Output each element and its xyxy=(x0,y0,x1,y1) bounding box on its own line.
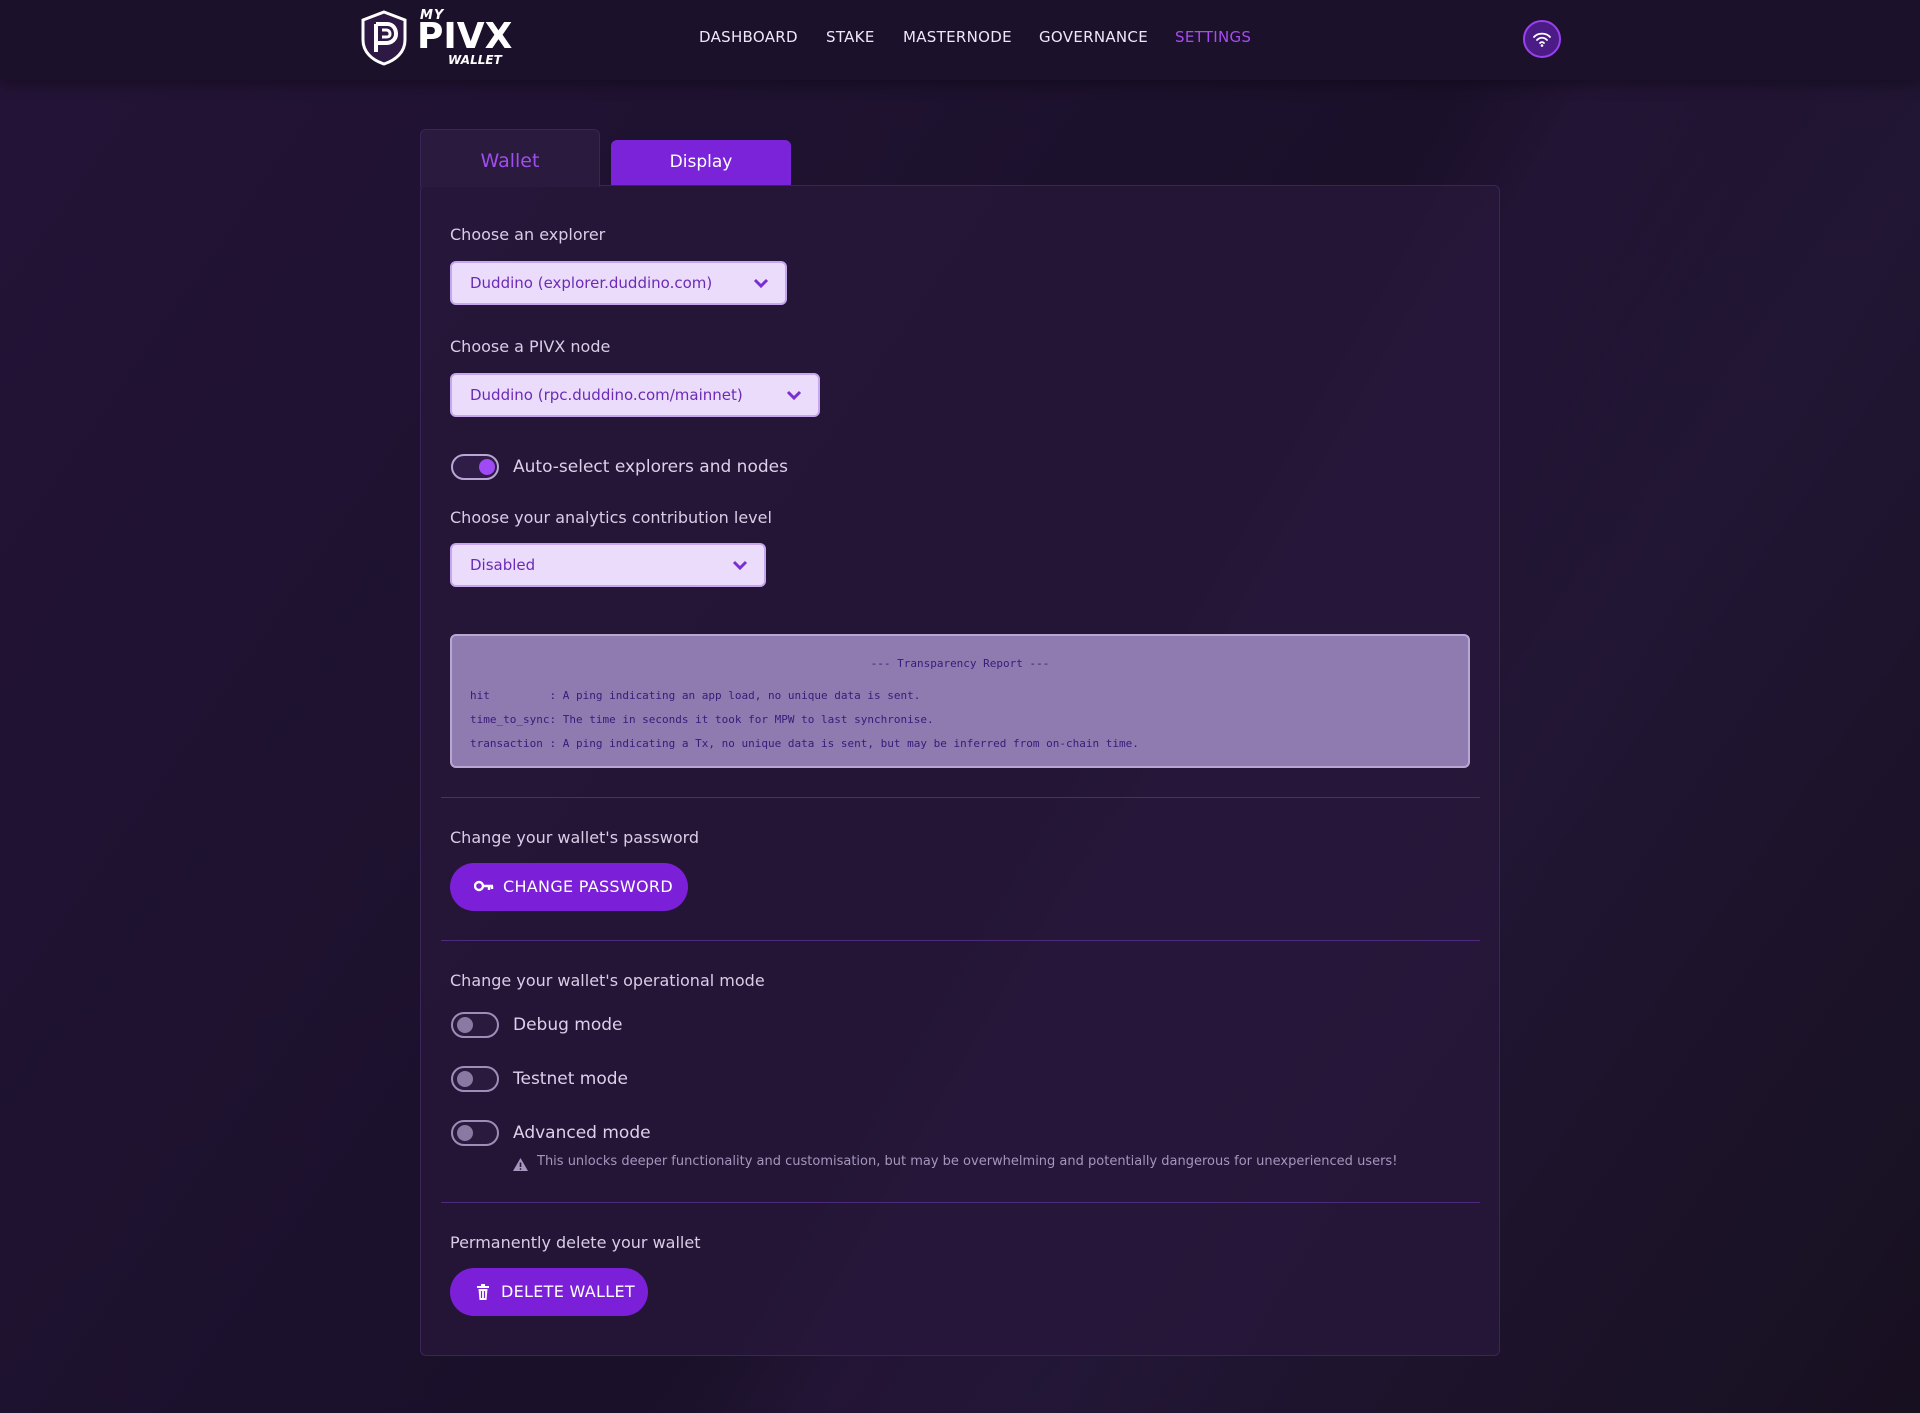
section-divider xyxy=(441,940,1480,941)
testnet-mode-label: Testnet mode xyxy=(513,1069,628,1089)
network-status-button[interactable] xyxy=(1523,20,1561,58)
auto-select-label: Auto-select explorers and nodes xyxy=(513,457,788,477)
testnet-mode-toggle[interactable] xyxy=(451,1066,499,1092)
nav-masternode[interactable]: MASTERNODE xyxy=(903,28,1012,46)
node-label: Choose a PIVX node xyxy=(450,337,611,356)
top-navigation-bar: MY PIVX WALLET DASHBOARD STAKE MASTERNOD… xyxy=(0,0,1920,80)
delete-wallet-button-label: DELETE WALLET xyxy=(501,1282,635,1301)
change-password-label: CHANGE PASSWORD xyxy=(503,877,673,896)
nav-governance[interactable]: GOVERNANCE xyxy=(1039,28,1148,46)
warning-triangle-icon xyxy=(513,1158,528,1171)
mypivx-logo[interactable]: MY PIVX WALLET xyxy=(360,8,512,70)
section-divider xyxy=(441,1202,1480,1203)
wifi-icon xyxy=(1533,32,1551,47)
report-line-transaction: transaction : A ping indicating a Tx, no… xyxy=(470,737,1139,750)
toggle-knob xyxy=(479,459,495,475)
transparency-report-title: --- Transparency Report --- xyxy=(870,657,1050,670)
transparency-report: --- Transparency Report --- hit : A ping… xyxy=(450,634,1470,768)
pivx-shield-icon xyxy=(361,10,407,66)
debug-mode-label: Debug mode xyxy=(513,1015,623,1035)
node-select-value: Duddino (rpc.duddino.com/mainnet) xyxy=(470,386,743,404)
advanced-mode-label: Advanced mode xyxy=(513,1123,651,1143)
settings-panel xyxy=(420,185,1500,1356)
nav-settings[interactable]: SETTINGS xyxy=(1175,28,1251,46)
nav-stake[interactable]: STAKE xyxy=(826,28,875,46)
chevron-down-icon xyxy=(786,390,802,401)
chevron-down-icon xyxy=(732,560,748,571)
operational-mode-label: Change your wallet's operational mode xyxy=(450,971,765,990)
debug-mode-toggle[interactable] xyxy=(451,1012,499,1038)
auto-select-toggle[interactable] xyxy=(451,454,499,480)
advanced-mode-warning-text: This unlocks deeper functionality and cu… xyxy=(537,1154,1398,1169)
report-line-hit: hit : A ping indicating an app load, no … xyxy=(470,689,921,702)
explorer-select-value: Duddino (explorer.duddino.com) xyxy=(470,274,713,292)
trash-icon xyxy=(477,1284,489,1300)
node-select[interactable]: Duddino (rpc.duddino.com/mainnet) xyxy=(450,373,820,417)
section-divider xyxy=(441,797,1480,798)
explorer-label: Choose an explorer xyxy=(450,225,606,244)
advanced-mode-toggle[interactable] xyxy=(451,1120,499,1146)
toggle-knob xyxy=(457,1125,473,1141)
analytics-select[interactable]: Disabled xyxy=(450,543,766,587)
delete-wallet-label: Permanently delete your wallet xyxy=(450,1233,701,1252)
report-line-time-to-sync: time_to_sync: The time in seconds it too… xyxy=(470,713,934,726)
logo-wallet-text: WALLET xyxy=(448,53,502,67)
explorer-select[interactable]: Duddino (explorer.duddino.com) xyxy=(450,261,787,305)
chevron-down-icon xyxy=(753,278,769,289)
analytics-label: Choose your analytics contribution level xyxy=(450,508,772,527)
analytics-select-value: Disabled xyxy=(470,556,536,574)
delete-wallet-button[interactable]: DELETE WALLET xyxy=(450,1268,648,1316)
key-icon xyxy=(474,880,494,892)
toggle-knob xyxy=(457,1017,473,1033)
nav-dashboard[interactable]: DASHBOARD xyxy=(699,28,798,46)
logo-brand-text: PIVX xyxy=(417,16,513,57)
password-label: Change your wallet's password xyxy=(450,828,700,847)
tab-wallet[interactable]: Wallet xyxy=(420,129,600,187)
toggle-knob xyxy=(457,1071,473,1087)
tab-display[interactable]: Display xyxy=(611,140,791,185)
change-password-button[interactable]: CHANGE PASSWORD xyxy=(450,863,688,911)
